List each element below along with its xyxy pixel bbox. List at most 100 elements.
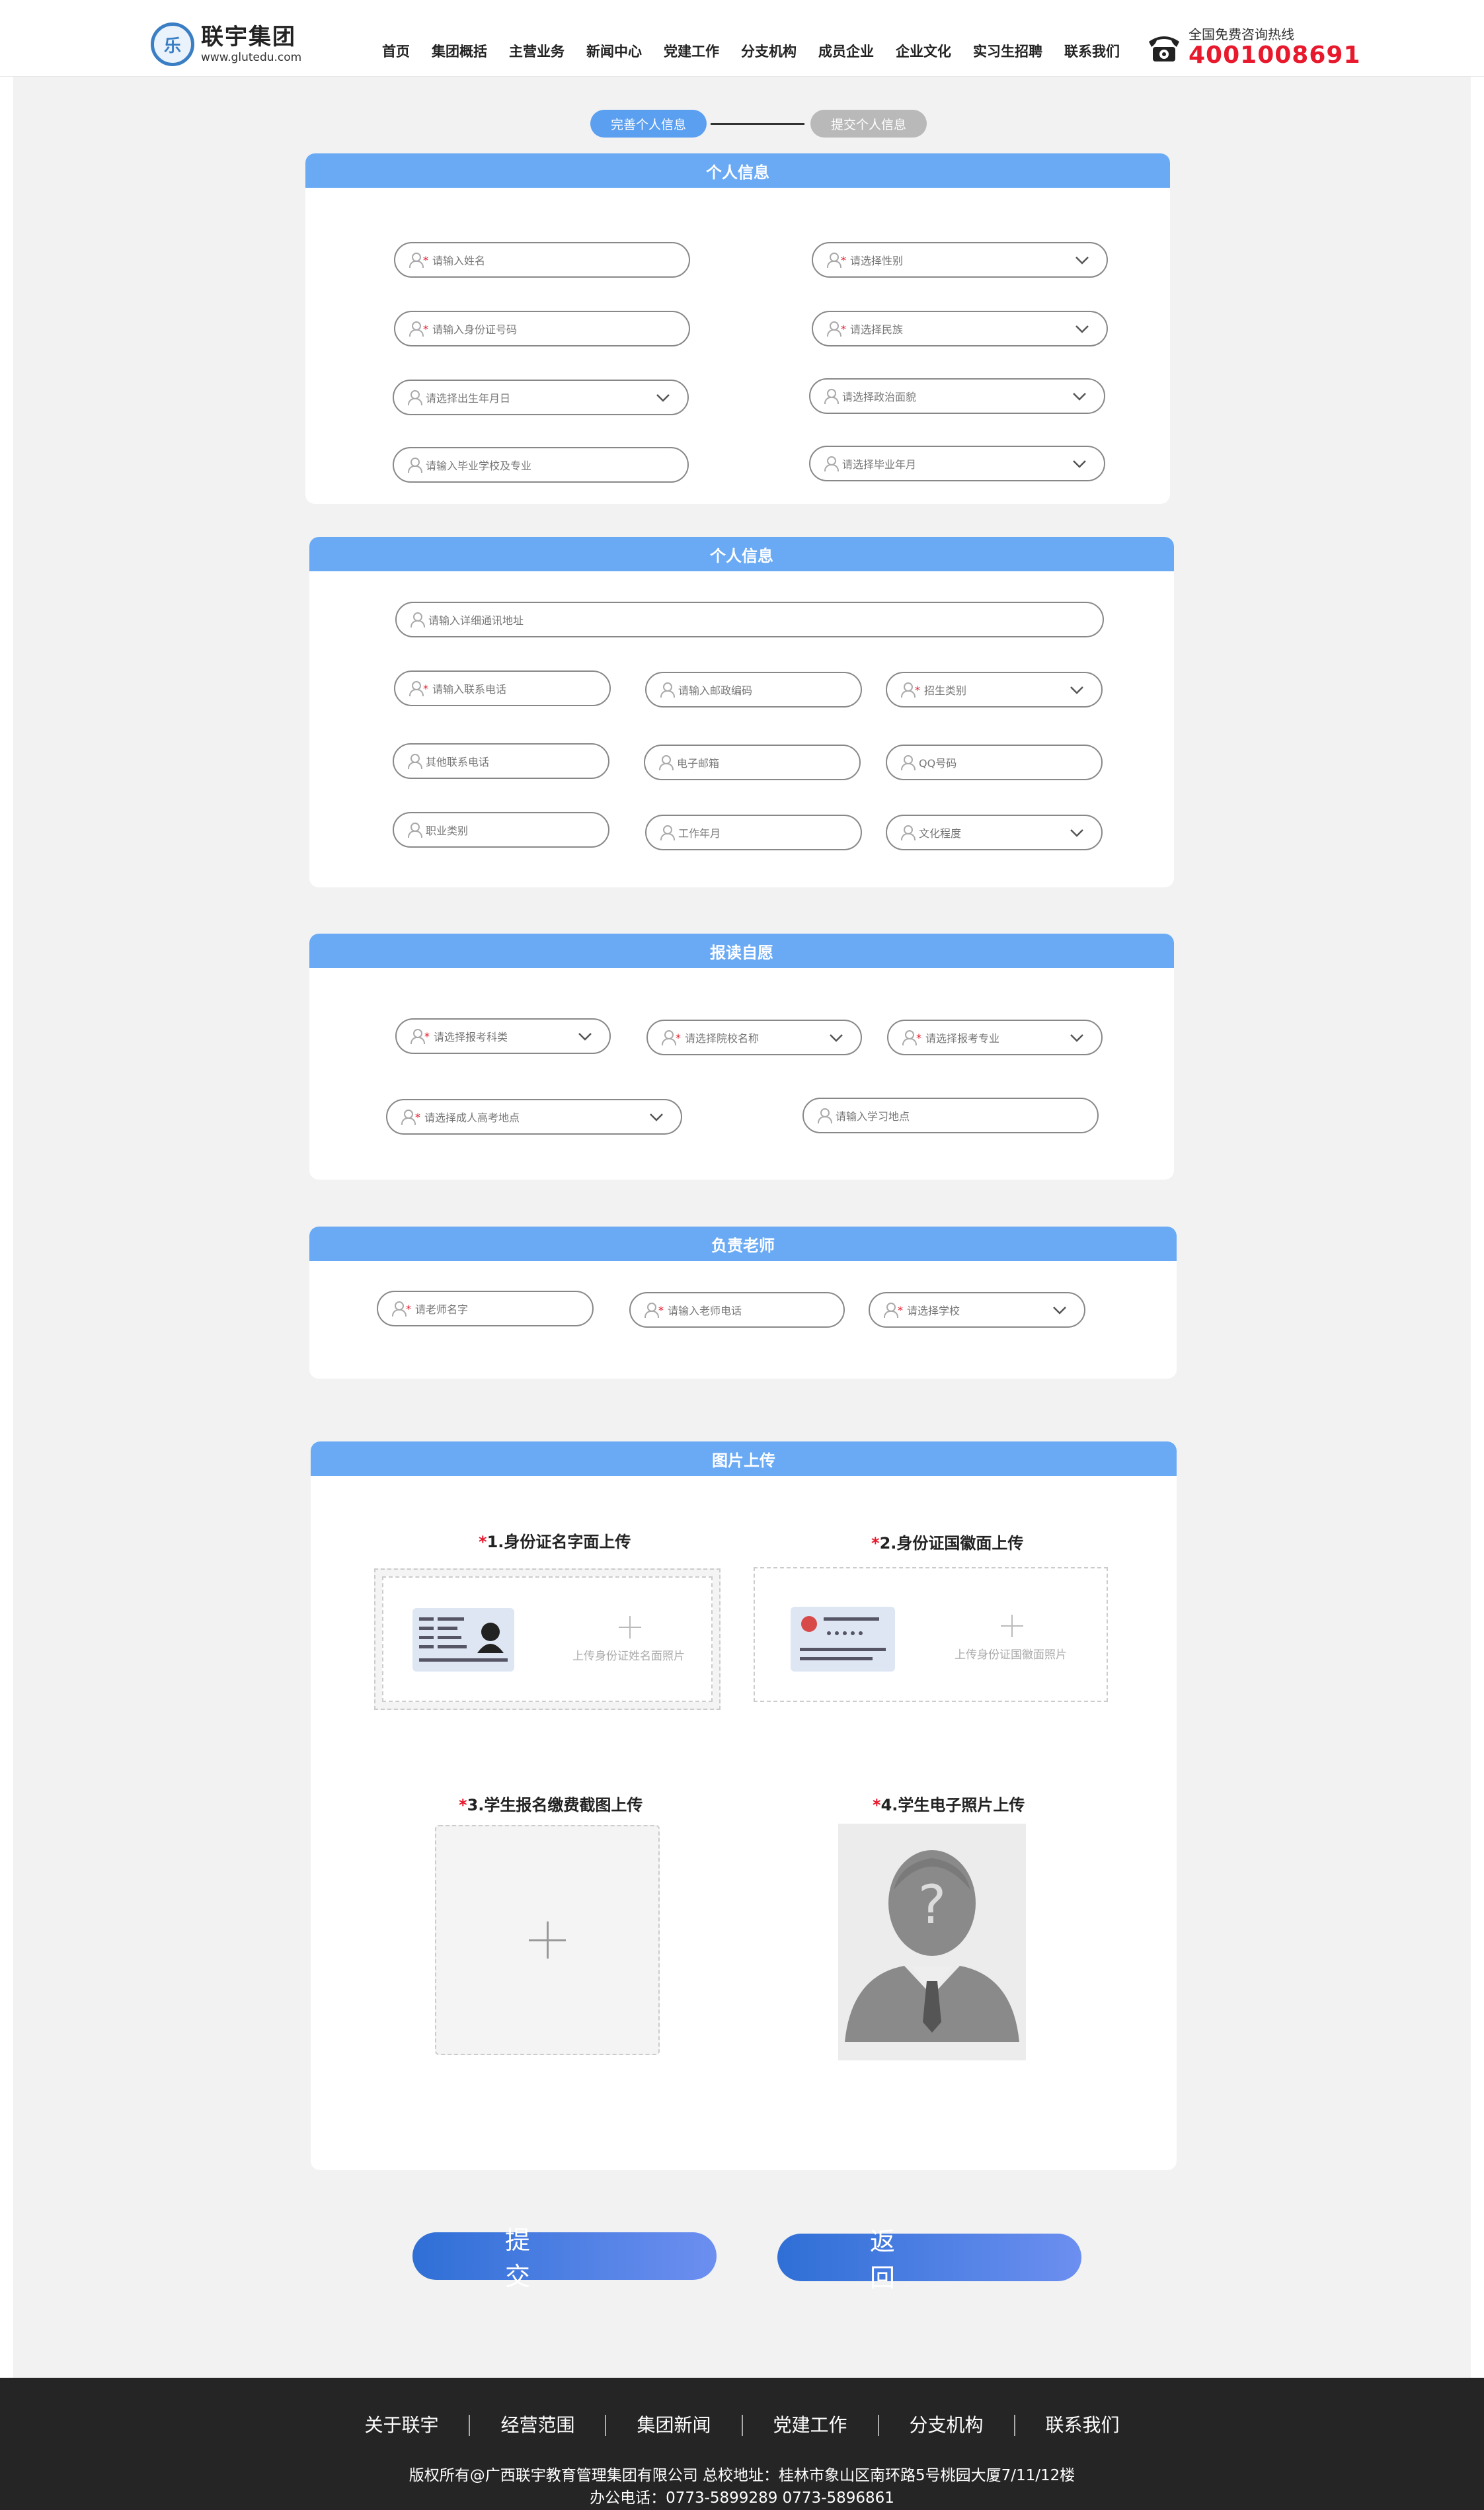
select-contact-3[interactable]: * 招生类别 [886,672,1103,708]
hotline-number[interactable]: 4001008691 [1189,42,1361,69]
input-contact-4[interactable]: 其他联系电话 [393,743,609,779]
chevron-down-icon [1070,682,1084,697]
nav-item-party[interactable]: 党建工作 [664,41,719,61]
input-teacher-0[interactable]: * 请老师名字 [377,1291,594,1326]
user-icon [407,822,422,838]
input-personal-0[interactable]: * 请输入姓名 [394,242,690,278]
upload-hint: 上传身份证国徽面照片 [955,1648,1067,1662]
user-icon [900,754,916,770]
footer-link-news[interactable]: 集团新闻 [606,2415,743,2436]
footer-link-scope[interactable]: 经营范围 [470,2415,607,2436]
footer-link-party[interactable]: 党建工作 [743,2415,879,2436]
select-personal-3[interactable]: * 请选择民族 [812,311,1108,346]
panel-title: 负责老师 [309,1227,1177,1261]
select-contact-9[interactable]: 文化程度 [886,815,1103,850]
upload-student-photo[interactable]: ? [838,1824,1026,2060]
user-icon [407,753,422,769]
footer-link-about[interactable]: 关于联宇 [334,2415,471,2436]
user-icon [409,680,424,696]
upload-payment-screenshot[interactable] [435,1825,660,2055]
select-apply-2[interactable]: * 请选择报考专业 [887,1020,1103,1055]
submit-button[interactable]: 提交 [412,2226,717,2291]
field-placeholder: 招生类别 [924,684,967,697]
nav-item-overview[interactable]: 集团概括 [432,41,487,61]
field-placeholder: 请输入邮政编码 [678,684,753,697]
input-contact-0[interactable]: 请输入详细通讯地址 [395,602,1104,637]
user-icon [660,825,675,840]
user-icon [410,612,425,628]
input-apply-4[interactable]: 请输入学习地点 [802,1098,1099,1133]
chevron-down-icon [1075,321,1089,336]
input-personal-6[interactable]: 请输入毕业学校及专业 [393,447,689,483]
user-icon [644,1302,659,1318]
select-personal-4[interactable]: 请选择出生年月日 [393,380,689,415]
field-placeholder: 请输入详细通讯地址 [428,614,524,627]
input-personal-2[interactable]: * 请输入身份证号码 [394,311,690,346]
required-mark: * [424,1030,430,1043]
required-mark: * [915,683,920,696]
chevron-down-icon [1070,825,1084,840]
site-header: 乐 联宇集团 www.glutedu.com 首页 集团概括 主营业务 新闻中心… [0,0,1484,77]
input-contact-2[interactable]: 请输入邮政编码 [645,672,862,708]
avatar-placeholder-icon: ? [845,1850,1019,2042]
field-placeholder: 请输入联系电话 [432,683,507,696]
upload-id-front[interactable]: 上传身份证姓名面照片 [374,1568,721,1710]
chevron-down-icon [578,1029,592,1043]
input-contact-6[interactable]: QQ号码 [886,745,1103,780]
chevron-down-icon [1052,1303,1067,1317]
required-mark: * [423,253,428,266]
nav-item-news[interactable]: 新闻中心 [586,41,642,61]
input-contact-1[interactable]: * 请输入联系电话 [394,670,611,706]
input-contact-7[interactable]: 职业类别 [393,812,609,848]
panel-title: 个人信息 [309,537,1174,571]
user-icon [900,682,916,698]
nav-item-members[interactable]: 成员企业 [818,41,874,61]
step-connector [711,123,804,125]
user-icon [660,682,675,698]
chevron-down-icon [829,1030,843,1045]
logo[interactable]: 乐 联宇集团 www.glutedu.com [151,22,301,66]
hotline-label: 全国免费咨询热线 [1189,26,1294,42]
select-personal-7[interactable]: 请选择毕业年月 [809,446,1105,481]
nav-item-contact[interactable]: 联系我们 [1064,41,1120,61]
user-icon [658,754,674,770]
user-icon [401,1109,416,1125]
upload-id-back[interactable]: 上传身份证国徽面照片 [754,1567,1108,1702]
input-contact-8[interactable]: 工作年月 [645,815,862,850]
upload-panel: 图片上传 [311,1441,1177,2170]
select-personal-1[interactable]: * 请选择性别 [812,242,1108,278]
nav-item-recruit[interactable]: 实习生招聘 [973,41,1042,61]
user-icon [826,252,841,268]
nav-item-branches[interactable]: 分支机构 [741,41,797,61]
select-apply-0[interactable]: * 请选择报考科类 [395,1018,611,1054]
nav-item-business[interactable]: 主营业务 [509,41,565,61]
field-placeholder: 请选择院校名称 [685,1032,760,1045]
select-apply-1[interactable]: * 请选择院校名称 [646,1020,862,1055]
site-footer: 关于联宇 经营范围 集团新闻 党建工作 分支机构 联系我们 版权所有@广西联宇教… [0,2378,1484,2510]
required-mark: * [658,1303,664,1316]
upload-title-id-back: *2.身份证国徽面上传 [871,1534,1024,1553]
footer-link-branches[interactable]: 分支机构 [879,2415,1015,2436]
select-personal-5[interactable]: 请选择政治面貌 [809,378,1105,414]
nav-item-home[interactable]: 首页 [382,41,410,61]
field-placeholder: 请选择毕业年月 [842,458,917,471]
chevron-down-icon [649,1110,664,1124]
field-placeholder: 电子邮箱 [677,757,720,770]
select-apply-3[interactable]: * 请选择成人高考地点 [386,1099,682,1135]
user-icon [902,1030,917,1045]
svg-text:?: ? [918,1874,946,1935]
upload-title-payment: *3.学生报名缴费截图上传 [459,1796,643,1814]
hotline: 全国免费咨询热线 4001008691 [1145,26,1361,69]
required-mark: * [676,1031,681,1044]
user-icon [883,1302,898,1318]
input-contact-5[interactable]: 电子邮箱 [644,745,861,780]
add-icon [1001,1615,1023,1637]
back-button[interactable]: 返回 [777,2227,1081,2292]
field-placeholder: 请输入老师电话 [668,1305,742,1317]
input-teacher-1[interactable]: * 请输入老师电话 [629,1292,845,1328]
select-teacher-2[interactable]: * 请选择学校 [869,1292,1085,1328]
field-placeholder: 请老师名字 [415,1303,469,1316]
required-mark: * [423,322,428,335]
footer-link-contact[interactable]: 联系我们 [1015,2415,1150,2436]
nav-item-culture[interactable]: 企业文化 [896,41,951,61]
